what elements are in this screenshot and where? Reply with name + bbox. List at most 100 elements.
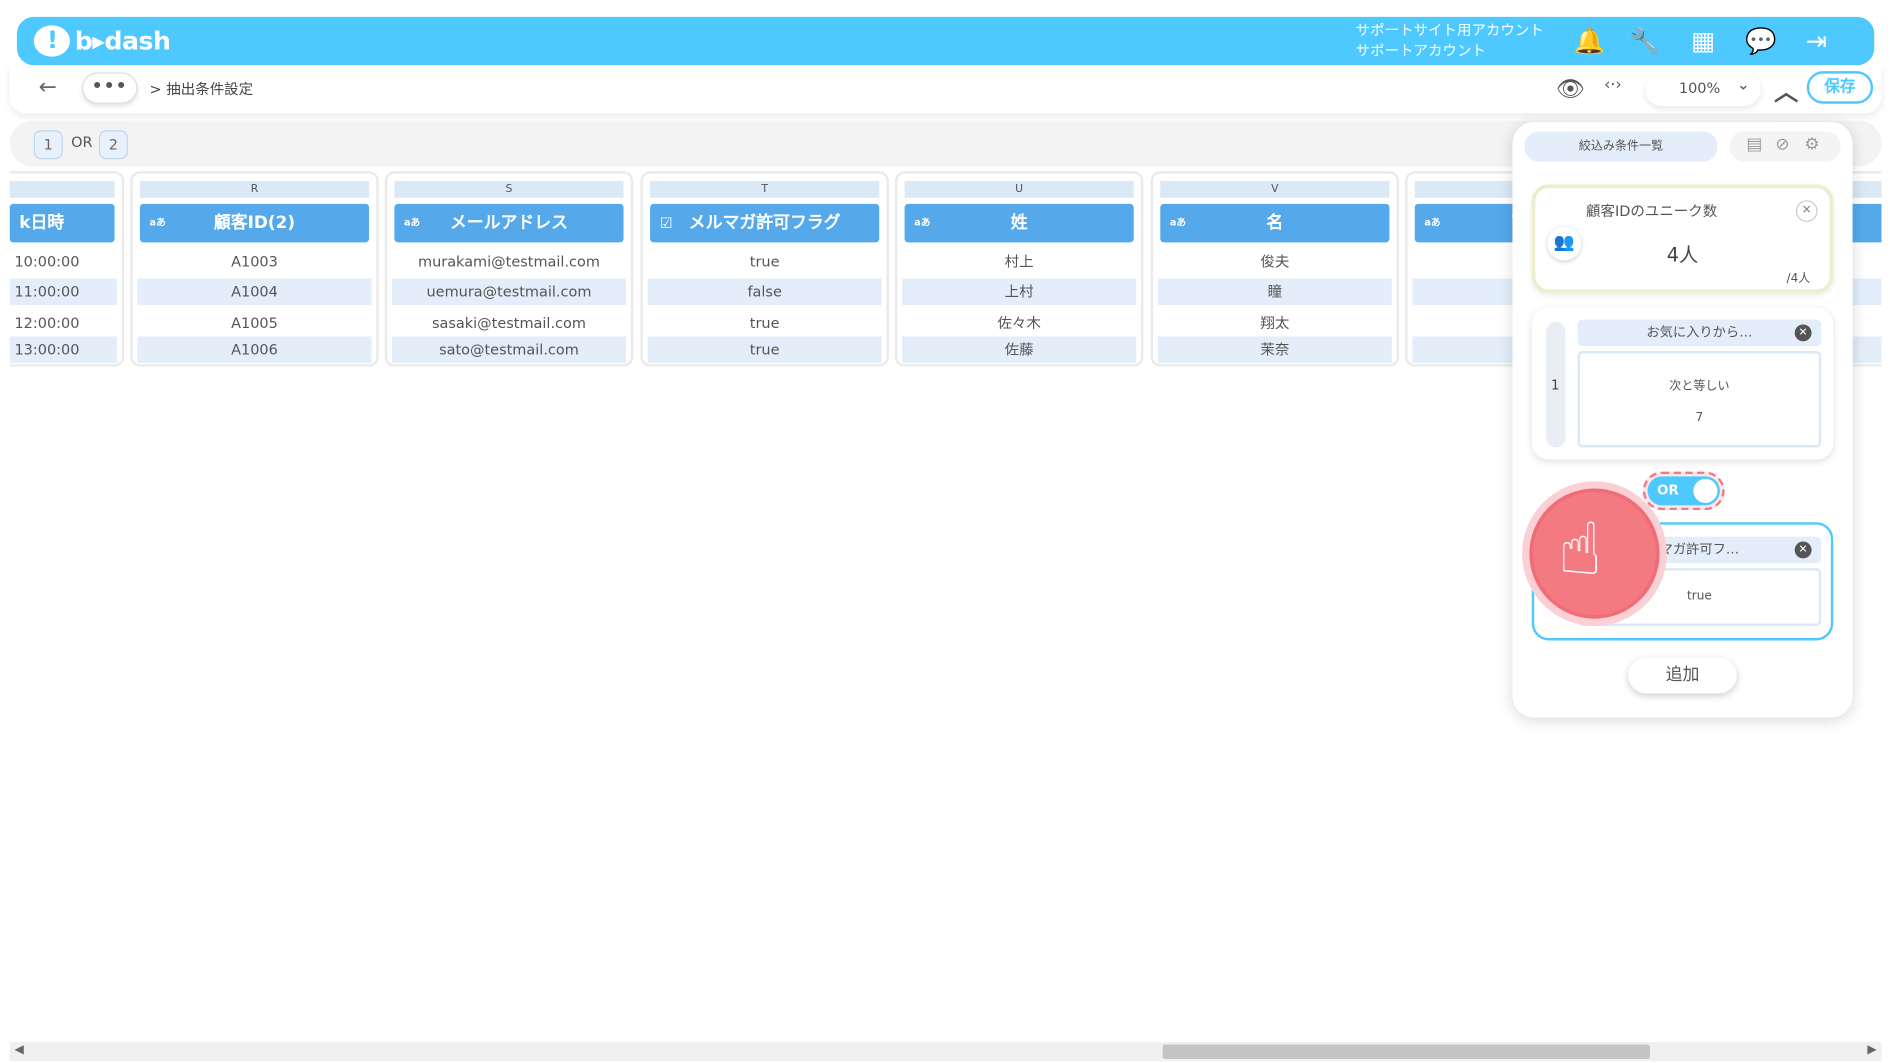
panel-tools: ▤ ⊘ ⚙ bbox=[1729, 131, 1841, 162]
table-cell[interactable]: A1005 bbox=[137, 310, 371, 337]
table-cell[interactable]: 12:00:00 bbox=[10, 310, 117, 337]
column-header-label: メルマガ許可フラグ bbox=[688, 213, 841, 233]
hide-icon[interactable]: ⊘ bbox=[1775, 135, 1789, 154]
table-column: S aあ メールアドレス murakami@testmail.com uemura… bbox=[384, 171, 634, 367]
column-letter: T bbox=[650, 180, 880, 198]
zoom-select[interactable]: 100% ⌄ bbox=[1645, 72, 1761, 106]
group-index: 1 bbox=[1551, 377, 1560, 394]
condition-chip-1[interactable]: 1 bbox=[33, 130, 63, 160]
table-cell[interactable]: 13:00:00 bbox=[9, 336, 117, 364]
remove-condition-icon[interactable]: ✕ bbox=[1794, 324, 1812, 342]
table-cell[interactable]: false bbox=[647, 278, 882, 306]
save-button[interactable]: 保存 bbox=[1806, 71, 1874, 104]
table-cell[interactable]: sasaki@testmail.com bbox=[392, 310, 626, 337]
table-cell[interactable]: murakami@testmail.com bbox=[392, 248, 626, 275]
column-letter: V bbox=[1160, 180, 1390, 198]
table-cell[interactable]: A1006 bbox=[137, 336, 372, 364]
column-header[interactable]: ☑ メルマガ許可フラグ bbox=[650, 203, 880, 243]
table-cell[interactable]: 俊夫 bbox=[1158, 248, 1392, 275]
table-column: T ☑ メルマガ許可フラグ true false true true bbox=[640, 171, 889, 367]
or-toggle-highlight: OR bbox=[1642, 471, 1725, 511]
wrench-icon[interactable]: 🔧 bbox=[1628, 25, 1662, 56]
text-type-icon: aあ bbox=[404, 217, 421, 228]
table-cell[interactable]: 上村 bbox=[902, 278, 1137, 306]
table-cell[interactable]: uemura@testmail.com bbox=[391, 278, 626, 306]
condition-body[interactable]: 次と等しい 7 bbox=[1577, 350, 1822, 448]
add-condition-button[interactable]: 追加 bbox=[1628, 657, 1737, 694]
table-cell[interactable]: sato@testmail.com bbox=[391, 336, 626, 364]
condition-operator: 次と等しい bbox=[1669, 379, 1730, 394]
chat-icon[interactable]: 💬 bbox=[1744, 25, 1778, 56]
back-arrow-icon[interactable]: ← bbox=[39, 75, 57, 100]
code-view-icon[interactable]: ‹·› bbox=[1604, 76, 1622, 94]
table-cell[interactable]: 10:00:00 bbox=[10, 248, 117, 275]
document-icon[interactable]: ▤ bbox=[1746, 135, 1762, 154]
column-header-label: k日時 bbox=[19, 213, 65, 233]
column-header[interactable]: k日時 bbox=[9, 203, 115, 243]
sub-toolbar: ← ••• > 抽出条件設定 👁 ‹·› 100% ⌄ ︿ 保存 bbox=[9, 65, 1882, 114]
condition-field-label: マガ許可フ… bbox=[1659, 541, 1740, 558]
top-header-bar: b▸dash サポートサイト用アカウント サポートアカウント 🔔 🔧 ▦ 💬 ⇥ bbox=[16, 16, 1875, 66]
filter-conditions-panel: 絞込み条件一覧 ▤ ⊘ ⚙ 顧客IDのユニーク数 ✕ 👥 4人 /4人 1 お気… bbox=[1512, 121, 1853, 718]
text-type-icon: aあ bbox=[1169, 217, 1187, 228]
table-cell[interactable]: 村上 bbox=[902, 248, 1136, 275]
logo-bubble-icon bbox=[33, 25, 70, 57]
unique-count-card: 顧客IDのユニーク数 ✕ 👥 4人 /4人 bbox=[1531, 184, 1834, 294]
table-cell[interactable]: true bbox=[648, 248, 882, 275]
collapse-caret-icon[interactable]: ︿ bbox=[1774, 72, 1798, 107]
grid-icon[interactable]: ▦ bbox=[1686, 25, 1720, 56]
scroll-right-icon[interactable]: ▶ bbox=[1867, 1043, 1876, 1056]
preview-eye-icon[interactable]: 👁 bbox=[1556, 75, 1585, 103]
column-header-label: 顧客ID(2) bbox=[213, 213, 296, 233]
table-cell[interactable]: 瞳 bbox=[1157, 278, 1392, 306]
and-or-toggle[interactable]: OR bbox=[1647, 476, 1720, 506]
flag-type-icon: ☑ bbox=[659, 214, 673, 232]
column-letter bbox=[9, 180, 115, 198]
table-cell[interactable]: true bbox=[648, 310, 882, 337]
pointer-hand-icon: ☝ bbox=[1522, 481, 1667, 626]
close-icon[interactable]: ✕ bbox=[1795, 200, 1818, 222]
scroll-left-icon[interactable]: ◀ bbox=[14, 1043, 23, 1056]
column-header[interactable]: aあ 姓 bbox=[904, 203, 1134, 243]
breadcrumb: > 抽出条件設定 bbox=[149, 80, 254, 98]
column-header[interactable]: aあ 名 bbox=[1160, 203, 1390, 243]
table-cell[interactable]: 11:00:00 bbox=[9, 278, 117, 306]
table-cell[interactable]: A1004 bbox=[137, 278, 372, 306]
column-header[interactable]: aあ 顧客ID(2) bbox=[139, 203, 370, 243]
panel-title[interactable]: 絞込み条件一覧 bbox=[1524, 131, 1718, 162]
column-header-label: 姓 bbox=[1010, 213, 1028, 233]
table-cell[interactable]: 茉奈 bbox=[1157, 336, 1392, 364]
horizontal-scrollbar[interactable]: ◀ ▶ bbox=[9, 1042, 1882, 1062]
table-column: k日時 10:00:00 11:00:00 12:00:00 13:00:00 bbox=[9, 171, 125, 367]
table-cell[interactable]: A1003 bbox=[137, 248, 371, 275]
unique-count-value: 4人 bbox=[1666, 243, 1699, 267]
condition-or-label: OR bbox=[71, 133, 93, 151]
logout-icon[interactable]: ⇥ bbox=[1800, 25, 1834, 56]
condition-value: 7 bbox=[1695, 411, 1704, 425]
unique-count-label: 顧客IDのユニーク数 bbox=[1586, 202, 1718, 220]
settings-icon[interactable]: ⚙ bbox=[1804, 135, 1819, 154]
table-cell[interactable]: 佐々木 bbox=[902, 310, 1136, 337]
table-cell[interactable]: 佐藤 bbox=[902, 336, 1137, 364]
column-header-label: 名 bbox=[1266, 213, 1284, 233]
scrollbar-thumb[interactable] bbox=[1162, 1044, 1650, 1059]
condition-chip-2[interactable]: 2 bbox=[98, 130, 128, 160]
bell-icon[interactable]: 🔔 bbox=[1573, 25, 1607, 56]
zoom-value: 100% bbox=[1678, 79, 1721, 97]
column-letter: R bbox=[139, 180, 370, 198]
condition-field-tag[interactable]: お気に入りから… ✕ bbox=[1577, 319, 1822, 347]
toggle-knob bbox=[1693, 478, 1718, 503]
text-type-icon: aあ bbox=[914, 217, 931, 228]
account-info[interactable]: サポートサイト用アカウント サポートアカウント bbox=[1356, 21, 1544, 62]
text-type-icon: aあ bbox=[1424, 217, 1441, 228]
condition-field-label: お気に入りから… bbox=[1646, 324, 1753, 341]
condition-group-1: 1 お気に入りから… ✕ 次と等しい 7 bbox=[1531, 307, 1834, 460]
more-breadcrumb-button[interactable]: ••• bbox=[82, 72, 138, 104]
table-cell[interactable]: 翔太 bbox=[1158, 310, 1392, 337]
bdash-logo[interactable]: b▸dash bbox=[33, 24, 171, 58]
remove-condition-icon[interactable]: ✕ bbox=[1794, 541, 1812, 559]
column-header[interactable]: aあ メールアドレス bbox=[394, 203, 624, 243]
table-column: R aあ 顧客ID(2) A1003 A1004 A1005 A1006 bbox=[130, 171, 379, 367]
table-cell[interactable]: true bbox=[647, 336, 882, 364]
account-site-label: サポートサイト用アカウント bbox=[1355, 21, 1544, 39]
